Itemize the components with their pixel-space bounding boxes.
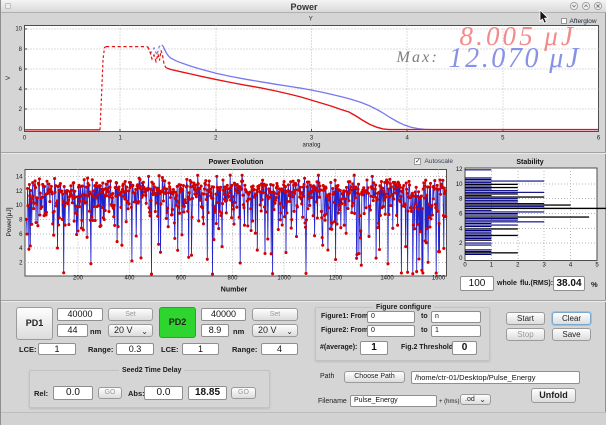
svg-text:2: 2 (19, 260, 23, 266)
svg-text:6: 6 (597, 136, 601, 142)
svg-text:0: 0 (23, 136, 27, 142)
svg-text:6: 6 (19, 232, 23, 238)
svg-text:1000: 1000 (277, 276, 291, 282)
svg-text:2: 2 (459, 241, 463, 247)
svg-text:1: 1 (119, 136, 123, 142)
svg-text:8: 8 (19, 218, 23, 224)
svg-text:Number: Number (221, 287, 248, 294)
svg-text:10: 10 (456, 182, 463, 188)
svg-text:5: 5 (595, 263, 599, 269)
svg-text:4: 4 (406, 136, 410, 142)
svg-text:analog: analog (302, 143, 320, 149)
svg-text:2: 2 (214, 136, 218, 142)
svg-text:10: 10 (16, 203, 23, 209)
svg-text:V: V (6, 76, 12, 80)
svg-text:3: 3 (543, 263, 547, 269)
svg-text:Stability: Stability (516, 159, 543, 166)
svg-text:5: 5 (501, 136, 505, 142)
svg-text:10: 10 (15, 27, 22, 33)
svg-text:6: 6 (19, 67, 23, 73)
svg-text:4: 4 (569, 263, 573, 269)
svg-text:1: 1 (490, 263, 494, 269)
svg-text:800: 800 (227, 276, 238, 282)
svg-text:4: 4 (459, 226, 463, 232)
svg-text:3: 3 (310, 136, 314, 142)
svg-text:Power Evolution: Power Evolution (209, 159, 264, 166)
svg-text:4: 4 (19, 87, 23, 93)
svg-text:12: 12 (16, 189, 23, 195)
svg-text:600: 600 (176, 276, 187, 282)
svg-text:14: 14 (16, 175, 23, 181)
svg-text:0: 0 (459, 256, 463, 262)
svg-text:1200: 1200 (329, 276, 343, 282)
svg-text:Power[μJ]: Power[μJ] (6, 207, 13, 236)
svg-text:0: 0 (463, 263, 467, 269)
svg-text:2: 2 (19, 107, 23, 113)
svg-text:1400: 1400 (380, 276, 394, 282)
svg-text:2: 2 (516, 263, 520, 269)
svg-text:Y: Y (309, 17, 313, 23)
svg-text:200: 200 (73, 276, 84, 282)
svg-text:8: 8 (19, 47, 23, 53)
svg-text:0: 0 (19, 127, 23, 133)
svg-text:12: 12 (456, 167, 463, 173)
svg-text:4: 4 (19, 246, 23, 252)
svg-text:6: 6 (459, 212, 463, 218)
svg-text:400: 400 (124, 276, 135, 282)
svg-text:1600: 1600 (432, 276, 446, 282)
svg-text:8: 8 (459, 197, 463, 203)
